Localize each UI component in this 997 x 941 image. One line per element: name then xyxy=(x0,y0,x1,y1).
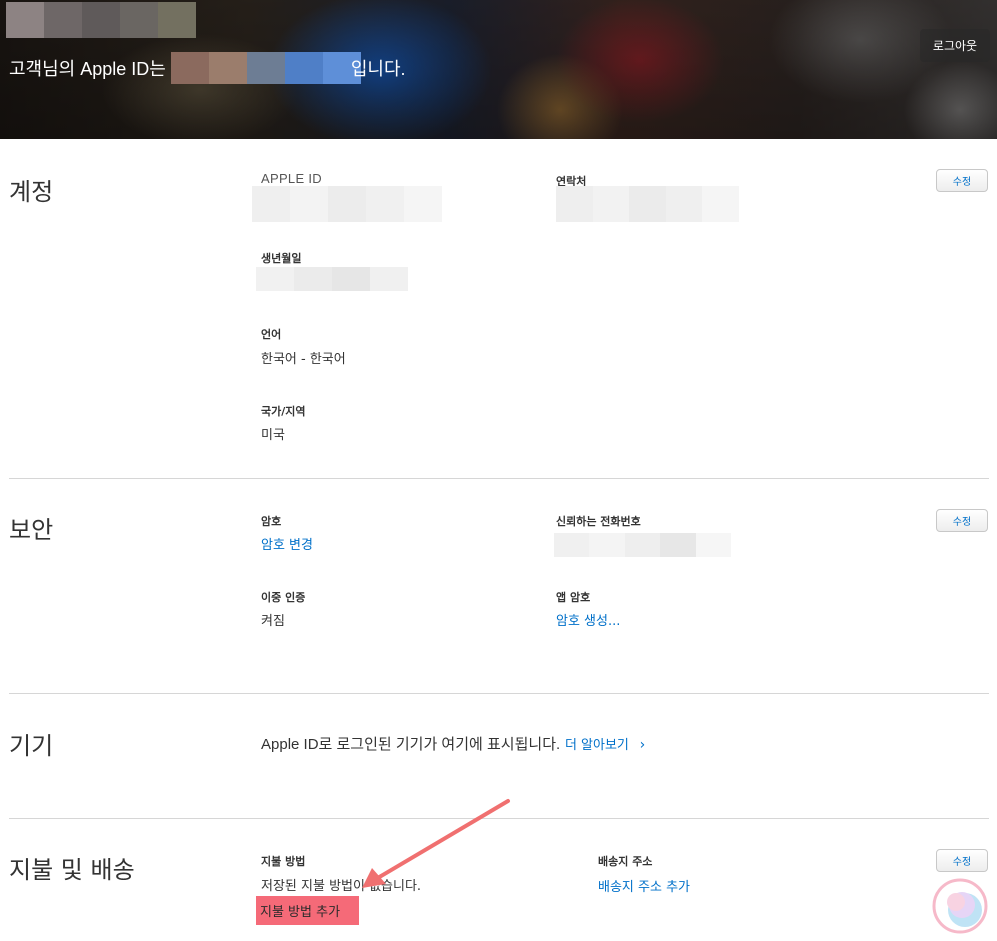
payment-method-label: 지불 방법 xyxy=(261,855,306,868)
section-title-security: 보안 xyxy=(9,516,54,544)
password-label: 암호 xyxy=(261,515,282,528)
country-value: 미국 xyxy=(261,428,285,443)
add-payment-method-label: 지불 방법 추가 xyxy=(260,905,341,920)
apple-id-greeting: 고객님의 Apple ID는 입니다. xyxy=(9,52,406,84)
language-label: 언어 xyxy=(261,328,282,341)
section-title-account: 계정 xyxy=(9,178,54,206)
greeting-text-before: 고객님의 Apple ID는 xyxy=(9,59,166,79)
account-edit-button[interactable]: 수정 xyxy=(936,169,988,192)
redacted-birthday-value xyxy=(256,267,408,291)
change-password-link[interactable]: 암호 변경 xyxy=(261,534,313,553)
logout-button[interactable]: 로그아웃 xyxy=(920,29,990,62)
devices-message: Apple ID로 로그인된 기기가 여기에 표시됩니다. xyxy=(261,736,561,753)
two-factor-label: 이중 인증 xyxy=(261,591,306,604)
apple-id-label: APPLE ID xyxy=(261,171,322,186)
add-payment-method-link[interactable]: 지불 방법 추가 xyxy=(256,896,359,925)
app-password-label: 앱 암호 xyxy=(556,591,591,604)
payment-edit-button[interactable]: 수정 xyxy=(936,849,988,872)
learn-more-link[interactable]: 더 알아보기 xyxy=(565,738,629,753)
generate-password-link[interactable]: 암호 생성... xyxy=(556,610,620,629)
header-banner: 고객님의 Apple ID는 입니다. 로그아웃 xyxy=(0,0,997,139)
redacted-apple-id-value xyxy=(252,186,442,222)
section-divider xyxy=(9,693,989,694)
country-label: 국가/지역 xyxy=(261,405,306,418)
section-title-payment: 지불 및 배송 xyxy=(9,856,135,884)
section-divider xyxy=(9,478,989,479)
greeting-text-after: 입니다. xyxy=(350,59,406,79)
chevron-right-icon[interactable]: › xyxy=(640,737,646,753)
security-edit-button[interactable]: 수정 xyxy=(936,509,988,532)
two-factor-value: 켜짐 xyxy=(261,614,285,629)
annotation-arrow-icon xyxy=(362,799,510,888)
add-shipping-address-link[interactable]: 배송지 주소 추가 xyxy=(598,876,690,895)
redacted-name xyxy=(6,2,196,38)
birthday-label: 생년월일 xyxy=(261,252,302,265)
corner-logo-icon xyxy=(932,878,988,934)
redacted-apple-id xyxy=(170,52,361,84)
redacted-phone-value xyxy=(554,533,732,557)
trusted-phone-label: 신뢰하는 전화번호 xyxy=(556,515,641,528)
language-value: 한국어 - 한국어 xyxy=(261,352,346,367)
shipping-address-label: 배송지 주소 xyxy=(598,855,653,868)
section-title-devices: 기기 xyxy=(9,732,54,760)
redacted-contact-value xyxy=(556,186,739,222)
devices-message-row: Apple ID로 로그인된 기기가 여기에 표시됩니다. 더 알아보기 › xyxy=(261,733,645,754)
